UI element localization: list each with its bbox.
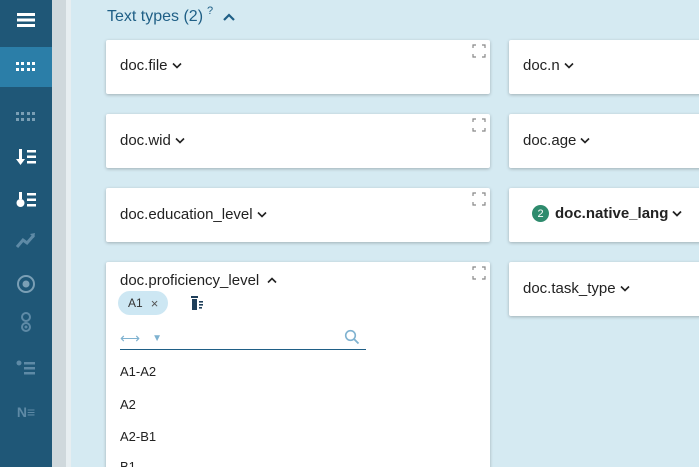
chevron-up-icon[interactable] <box>223 13 235 21</box>
chevron-down-icon <box>175 137 185 144</box>
expand-icon[interactable] <box>472 266 486 280</box>
card-doc-task-type-header[interactable]: doc.task_type <box>523 280 630 297</box>
card-doc-native-lang-label: doc.native_lang <box>555 205 669 222</box>
card-doc-wid-header[interactable]: doc.wid <box>120 132 185 149</box>
list-item[interactable]: A2-B1 <box>120 429 156 444</box>
menu-button[interactable] <box>0 0 52 40</box>
menu-icon <box>17 13 35 27</box>
chevron-up-icon <box>267 277 277 284</box>
chip-remove-icon[interactable]: × <box>151 296 159 311</box>
card-doc-proficiency-level-label: doc.proficiency_level <box>120 272 260 289</box>
numbered-list-button[interactable]: N≡ <box>0 392 52 432</box>
sort-alt-button[interactable] <box>0 180 52 220</box>
trend-button[interactable] <box>0 220 52 260</box>
concordance-grid-icon <box>16 112 35 121</box>
section-header-text-types[interactable]: Text types (2) ? <box>107 5 235 26</box>
card-doc-education-level: doc.education_level <box>106 188 490 242</box>
card-doc-education-level-header[interactable]: doc.education_level <box>120 206 267 223</box>
sort-icon <box>16 149 36 165</box>
card-doc-education-level-label: doc.education_level <box>120 206 253 223</box>
chevron-down-icon <box>619 285 630 292</box>
card-doc-n-label: doc.n <box>523 57 560 74</box>
section-title: Text types (2) <box>107 8 204 25</box>
sort-alt-icon <box>16 192 36 207</box>
card-doc-age: doc.age <box>509 114 699 168</box>
chevron-down-icon <box>257 211 267 218</box>
search-icon[interactable] <box>344 329 360 345</box>
card-doc-file-label: doc.file <box>120 57 168 74</box>
card-doc-file: doc.file <box>106 40 490 94</box>
clear-selection-icon[interactable] <box>190 295 204 311</box>
card-doc-task-type: doc.task_type <box>509 262 699 316</box>
expand-icon[interactable] <box>472 118 486 132</box>
card-doc-file-header[interactable]: doc.file <box>120 57 182 74</box>
filter-search-input[interactable]: ⟷ ▼ <box>120 328 366 350</box>
selected-value-chip: A1 × <box>118 291 169 315</box>
list-item[interactable]: A2 <box>120 397 136 412</box>
list-item[interactable]: A1-A2 <box>120 364 156 379</box>
card-doc-proficiency-level-header[interactable]: doc.proficiency_level <box>120 272 277 289</box>
list-item[interactable]: B1 <box>120 459 136 467</box>
chevron-down-icon <box>672 210 683 217</box>
chevron-down-icon[interactable]: ▼ <box>152 333 162 344</box>
chip-label: A1 <box>128 296 143 310</box>
card-doc-native-lang-header[interactable]: 2 doc.native_lang <box>532 205 683 222</box>
card-doc-wid-label: doc.wid <box>120 132 171 149</box>
bullet-list-button[interactable] <box>0 348 52 388</box>
collocation-icon <box>21 312 31 332</box>
chevron-down-icon <box>564 62 574 69</box>
bullet-list-icon <box>16 360 35 375</box>
concordance-grid-button[interactable] <box>0 97 52 137</box>
help-icon[interactable]: ? <box>207 5 213 17</box>
numbered-list-icon: N≡ <box>16 404 36 420</box>
card-doc-proficiency-level: doc.proficiency_level A1 × ⟷ ▼ A1-A2 A2 … <box>106 262 490 467</box>
left-sidebar: N≡ <box>0 0 52 467</box>
target-icon <box>17 275 35 293</box>
filter-grid-button[interactable] <box>0 47 52 87</box>
sidebar-gutter <box>52 0 66 467</box>
range-toggle-icon[interactable]: ⟷ <box>120 330 140 347</box>
filter-grid-icon <box>16 62 35 71</box>
card-doc-task-type-label: doc.task_type <box>523 280 616 297</box>
trend-icon <box>15 233 36 248</box>
chevron-down-icon <box>580 137 590 144</box>
sort-button[interactable] <box>0 137 52 177</box>
chevron-down-icon <box>171 62 182 69</box>
card-doc-n-header[interactable]: doc.n <box>523 57 574 74</box>
card-doc-age-header[interactable]: doc.age <box>523 132 590 149</box>
card-doc-native-lang: 2 doc.native_lang <box>509 188 699 242</box>
collocation-button[interactable] <box>0 302 52 342</box>
card-doc-n: doc.n <box>509 40 699 94</box>
card-doc-age-label: doc.age <box>523 132 577 149</box>
expand-icon[interactable] <box>472 44 486 58</box>
expand-icon[interactable] <box>472 192 486 206</box>
card-doc-wid: doc.wid <box>106 114 490 168</box>
main-content: Text types (2) ? doc.file doc.n doc.wid … <box>71 0 699 467</box>
selection-count-badge: 2 <box>532 205 549 222</box>
target-button[interactable] <box>0 264 52 304</box>
